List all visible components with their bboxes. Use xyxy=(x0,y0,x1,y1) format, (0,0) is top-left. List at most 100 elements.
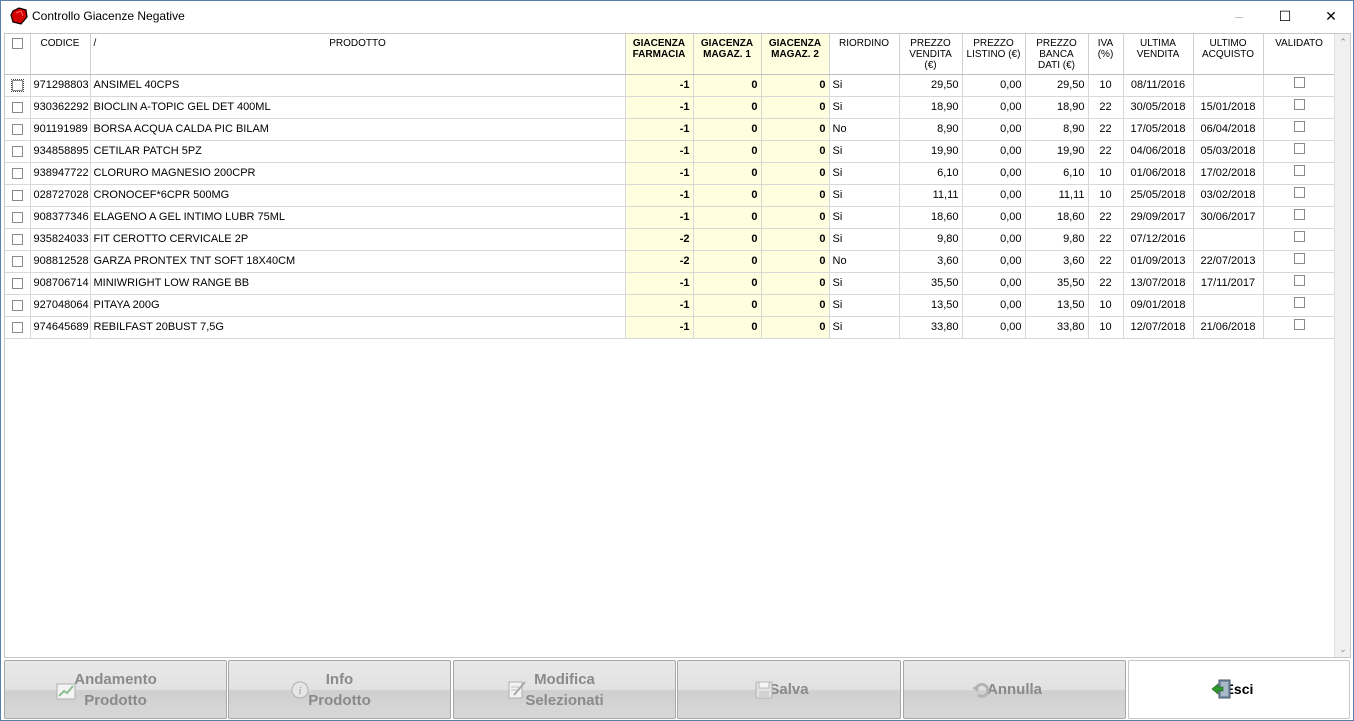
modifica-line2: Selezionati xyxy=(525,691,604,709)
cell-ultima-vendita: 01/09/2013 xyxy=(1123,250,1194,273)
cell-giacenza-magaz1: 0 xyxy=(693,272,762,295)
row-select-checkbox[interactable] xyxy=(10,78,24,92)
info-prodotto-button[interactable]: i Info Prodotto xyxy=(228,660,451,719)
validato-checkbox[interactable] xyxy=(1293,318,1305,330)
minimize-button[interactable]: – xyxy=(1216,1,1262,31)
table-row[interactable]: 971298803 ANSIMEL 40CPS -1 0 0 Si 29,50 0,00 29,… xyxy=(5,74,1336,97)
cell-prezzo-listino: 0,00 xyxy=(962,316,1026,339)
validato-checkbox[interactable] xyxy=(1293,142,1305,154)
row-select-checkbox[interactable] xyxy=(11,145,23,157)
cell-iva: 10 xyxy=(1088,316,1124,339)
row-select-checkbox[interactable] xyxy=(11,167,23,179)
row-select-checkbox[interactable] xyxy=(11,189,23,201)
validato-checkbox[interactable] xyxy=(1293,186,1305,198)
vertical-scrollbar[interactable]: ⌃ ⌄ xyxy=(1334,34,1350,657)
header-row: CODICE / PRODOTTO GIACENZA FARMACIA GIACE… xyxy=(5,34,1336,75)
table-row[interactable]: 930362292 BIOCLIN A-TOPIC GEL DET 400ML -1… xyxy=(5,96,1336,119)
header-line: (€) xyxy=(924,60,937,71)
validato-checkbox-cell xyxy=(1263,118,1336,141)
validato-checkbox[interactable] xyxy=(1293,252,1305,264)
col-prodotto[interactable]: / PRODOTTO xyxy=(90,34,626,75)
esci-button[interactable]: Esci xyxy=(1128,660,1350,719)
validato-checkbox-cell xyxy=(1263,162,1336,185)
maximize-button[interactable]: ☐ xyxy=(1262,1,1308,31)
col-prezzo-listino[interactable]: PREZZO LISTINO (€) xyxy=(962,34,1026,75)
table-row[interactable]: 938947722 CLORURO MAGNESIO 200CPR -1 0 0 Si 6,… xyxy=(5,162,1336,185)
cell-prezzo-listino: 0,00 xyxy=(962,228,1026,251)
validato-checkbox[interactable] xyxy=(1293,164,1305,176)
table-row[interactable]: 934858895 CETILAR PATCH 5PZ -1 0 0 Si 19,90 0,0… xyxy=(5,140,1336,163)
modifica-selezionati-button[interactable]: Modifica Selezionati xyxy=(453,660,676,719)
annulla-button[interactable]: Annulla xyxy=(903,660,1126,719)
validato-checkbox-cell xyxy=(1263,272,1336,295)
validato-checkbox-cell xyxy=(1263,74,1336,97)
cell-codice: 974645689 xyxy=(30,316,91,339)
cell-giacenza-farmacia: -1 xyxy=(625,96,694,119)
col-riordino[interactable]: RIORDINO xyxy=(829,34,900,75)
row-select-checkbox[interactable] xyxy=(11,211,23,223)
cell-codice: 908377346 xyxy=(30,206,91,229)
row-select-checkbox[interactable] xyxy=(11,321,23,333)
cell-prezzo-banca-dati: 18,60 xyxy=(1025,206,1089,229)
cell-prodotto: ELAGENO A GEL INTIMO LUBR 75ML xyxy=(90,206,626,229)
col-ultima-vendita[interactable]: ULTIMA VENDITA xyxy=(1123,34,1194,75)
row-select-checkbox[interactable] xyxy=(11,255,23,267)
row-select-checkbox[interactable] xyxy=(11,233,23,245)
row-select-checkbox[interactable] xyxy=(11,123,23,135)
cell-giacenza-magaz1: 0 xyxy=(693,162,762,185)
cell-giacenza-magaz1: 0 xyxy=(693,250,762,273)
cell-ultimo-acquisto: 30/06/2017 xyxy=(1193,206,1264,229)
cell-iva: 22 xyxy=(1088,206,1124,229)
col-giacenza-farmacia[interactable]: GIACENZA FARMACIA xyxy=(625,34,694,75)
col-prezzo-vendita[interactable]: PREZZO VENDITA (€) xyxy=(899,34,963,75)
cell-giacenza-farmacia: -1 xyxy=(625,74,694,97)
cell-giacenza-magaz1: 0 xyxy=(693,184,762,207)
cell-ultimo-acquisto xyxy=(1193,294,1264,317)
validato-checkbox[interactable] xyxy=(1293,76,1305,88)
table-row[interactable]: 908377346 ELAGENO A GEL INTIMO LUBR 75ML -… xyxy=(5,206,1336,229)
validato-checkbox-cell xyxy=(1263,294,1336,317)
table-row[interactable]: 028727028 CRONOCEF*6CPR 500MG -1 0 0 Si 11,11 0… xyxy=(5,184,1336,207)
col-giacenza-magaz1[interactable]: GIACENZA MAGAZ. 1 xyxy=(693,34,762,75)
col-iva[interactable]: IVA (%) xyxy=(1088,34,1124,75)
header-line: ULTIMA xyxy=(1140,38,1176,49)
exit-door-icon xyxy=(1211,679,1231,699)
table-row[interactable]: 908706714 MINIWRIGHT LOW RANGE BB -1 0 0 Si 35… xyxy=(5,272,1336,295)
salva-button[interactable]: Salva xyxy=(677,660,901,719)
scroll-down-arrow-icon[interactable]: ⌄ xyxy=(1335,641,1350,657)
validato-checkbox[interactable] xyxy=(1293,98,1305,110)
cell-iva: 22 xyxy=(1088,228,1124,251)
validato-checkbox[interactable] xyxy=(1293,120,1305,132)
header-line: GIACENZA xyxy=(632,38,686,49)
col-giacenza-magaz2[interactable]: GIACENZA MAGAZ. 2 xyxy=(761,34,830,75)
cell-iva: 10 xyxy=(1088,162,1124,185)
cell-prezzo-banca-dati: 29,50 xyxy=(1025,74,1089,97)
table-row[interactable]: 935824033 FIT CEROTTO CERVICALE 2P -2 0 0 Si 9… xyxy=(5,228,1336,251)
validato-checkbox[interactable] xyxy=(1293,208,1305,220)
row-select-checkbox[interactable] xyxy=(11,299,23,311)
row-select-checkbox[interactable] xyxy=(11,277,23,289)
col-codice[interactable]: CODICE xyxy=(30,34,91,75)
andamento-prodotto-button[interactable]: Andamento Prodotto xyxy=(4,660,227,719)
validato-checkbox[interactable] xyxy=(1293,296,1305,308)
select-all-checkbox[interactable] xyxy=(11,38,23,49)
close-button[interactable]: ✕ xyxy=(1308,1,1354,31)
col-prezzo-banca-dati[interactable]: PREZZO BANCA DATI (€) xyxy=(1025,34,1089,75)
cell-ultima-vendita: 08/11/2016 xyxy=(1123,74,1194,97)
validato-checkbox[interactable] xyxy=(1293,274,1305,286)
row-select-checkbox[interactable] xyxy=(11,101,23,113)
cell-giacenza-magaz2: 0 xyxy=(761,228,830,251)
andamento-line2: Prodotto xyxy=(84,691,147,709)
row-checkbox-cell xyxy=(5,272,31,295)
validato-checkbox[interactable] xyxy=(1293,230,1305,242)
scroll-up-arrow-icon[interactable]: ⌃ xyxy=(1335,34,1350,50)
table-row[interactable]: 901191989 BORSA ACQUA CALDA PIC BILAM -1 0 0… xyxy=(5,118,1336,141)
cell-riordino: Si xyxy=(829,184,900,207)
table-row[interactable]: 908812528 GARZA PRONTEX TNT SOFT 18X40CM -… xyxy=(5,250,1336,273)
table-row[interactable]: 974645689 REBILFAST 20BUST 7,5G -1 0 0 Si 33,8… xyxy=(5,316,1336,339)
cell-prezzo-banca-dati: 11,11 xyxy=(1025,184,1089,207)
col-ultimo-acquisto[interactable]: ULTIMO ACQUISTO xyxy=(1193,34,1264,75)
col-validato[interactable]: VALIDATO xyxy=(1263,34,1336,75)
action-bar: Andamento Prodotto i Info Prodotto Modific… xyxy=(4,660,1352,720)
table-row[interactable]: 927048064 PITAYA 200G -1 0 0 Si 13,50 0,00 13,50… xyxy=(5,294,1336,317)
